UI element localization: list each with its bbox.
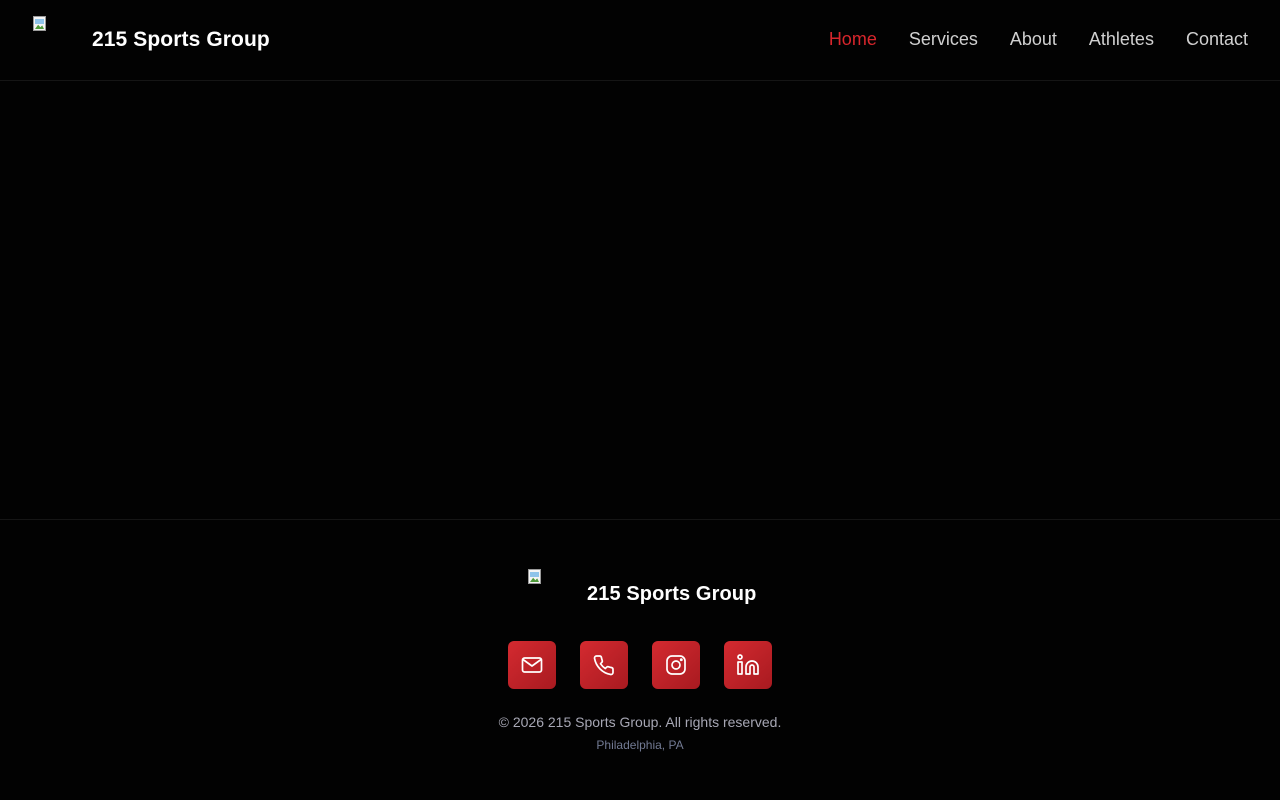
broken-image-icon <box>32 16 48 32</box>
nav-link-athletes[interactable]: Athletes <box>1089 29 1154 50</box>
instagram-icon <box>666 655 686 675</box>
mail-icon <box>521 657 543 673</box>
email-button[interactable] <box>508 641 556 689</box>
brand-name[interactable]: 215 Sports Group <box>92 28 270 52</box>
nav-link-home[interactable]: Home <box>829 29 877 50</box>
location-text: Philadelphia, PA <box>596 738 684 752</box>
phone-icon <box>593 655 614 676</box>
nav-link-services[interactable]: Services <box>909 29 978 50</box>
linkedin-button[interactable] <box>724 641 772 689</box>
broken-image-icon <box>527 569 543 585</box>
main-nav: Home Services About Athletes Contact <box>829 29 1248 50</box>
site-header: 215 Sports Group Home Services About Ath… <box>0 0 1280 81</box>
phone-button[interactable] <box>580 641 628 689</box>
header-brand[interactable]: 215 Sports Group <box>32 16 270 52</box>
instagram-button[interactable] <box>652 641 700 689</box>
hero-section <box>0 81 1280 519</box>
footer-brand: 215 Sports Group <box>527 569 756 606</box>
copyright-text: © 2026 215 Sports Group. All rights rese… <box>498 714 782 730</box>
footer-brand-name: 215 Sports Group <box>587 583 757 605</box>
site-footer: 215 Sports Group © 2026 215 Sports Group… <box>0 519 1280 800</box>
nav-link-contact[interactable]: Contact <box>1186 29 1248 50</box>
nav-link-about[interactable]: About <box>1010 29 1057 50</box>
social-links <box>508 641 772 689</box>
linkedin-icon <box>737 654 759 675</box>
